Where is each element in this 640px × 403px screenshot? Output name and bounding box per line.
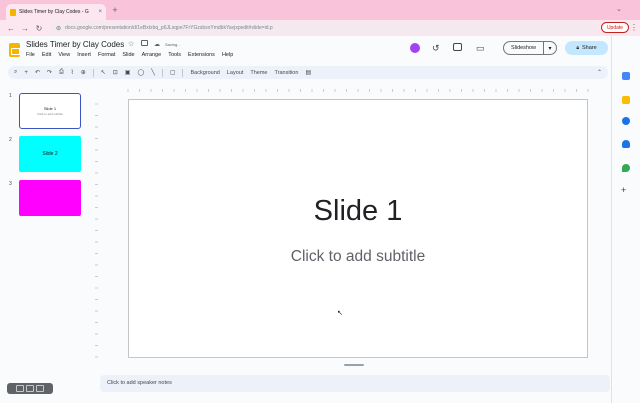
theme-button[interactable]: Theme (250, 70, 267, 76)
menu-slide[interactable]: Slide (122, 52, 134, 58)
text-box-icon[interactable]: ⊡ (113, 69, 118, 76)
comments-icon[interactable] (453, 43, 462, 51)
keep-icon[interactable] (622, 96, 630, 104)
menu-extensions[interactable]: Extensions (188, 52, 215, 58)
zoom-icon[interactable]: ⊕ (81, 69, 86, 76)
slide-thumbnail-2[interactable]: Slide 2 (19, 136, 81, 172)
speaker-notes-panel[interactable] (100, 375, 610, 392)
thumbnail-subtitle: Click to add subtitle (36, 112, 63, 116)
slides-logo-icon[interactable] (9, 43, 20, 57)
paint-format-icon[interactable]: ⌇ (71, 69, 74, 76)
horizontal-ruler[interactable] (100, 83, 610, 93)
filmstrip-view-icon[interactable] (26, 385, 34, 392)
print-icon[interactable]: ⎙ (59, 69, 64, 76)
version-history-icon[interactable]: ↺ (432, 43, 440, 54)
lock-icon: 🔒︎ (576, 45, 579, 51)
shape-icon[interactable]: ◯ (137, 69, 144, 76)
reload-button[interactable]: ↻ (34, 23, 44, 33)
site-info-icon[interactable]: ⊜ (56, 25, 61, 32)
line-icon[interactable]: ╲ (151, 69, 155, 76)
toolbar-divider (161, 68, 163, 77)
slide-subtitle-placeholder[interactable]: Click to add subtitle (128, 248, 588, 266)
select-cursor-icon[interactable]: ↖ (101, 69, 106, 76)
grid-view-icon[interactable] (16, 385, 24, 392)
redo-icon[interactable]: ↷ (47, 69, 52, 76)
slide-thumbnail-1[interactable]: Slide 1 Click to add subtitle (19, 93, 81, 129)
share-label: Share (581, 45, 597, 51)
menu-help[interactable]: Help (222, 52, 233, 58)
slides-favicon-icon (10, 8, 16, 16)
slide-number: 1 (9, 93, 12, 99)
chevron-down-icon[interactable]: ▾ (544, 45, 556, 52)
slide-number: 3 (9, 181, 12, 187)
toolbar: ⌕ + ↶ ↷ ⎙ ⌇ ⊕ ↖ ⊡ ▣ ◯ ╲ ▢ Background Lay… (8, 66, 608, 79)
toolbar-divider (182, 68, 184, 77)
slideshow-button[interactable]: Slideshow ▾ (503, 41, 557, 55)
meet-icon[interactable]: ▭ (476, 43, 485, 54)
undo-icon[interactable]: ↶ (35, 69, 40, 76)
menu-tools[interactable]: Tools (168, 52, 181, 58)
new-tab-button[interactable]: + (110, 5, 120, 15)
back-button[interactable]: ← (6, 23, 16, 33)
toolbar-divider (92, 68, 94, 77)
cloud-status-icon: ☁ (154, 42, 160, 48)
menu-edit[interactable]: Edit (42, 52, 51, 58)
menu-bar: File Edit View Insert Format Slide Arran… (26, 52, 233, 58)
close-tab-icon[interactable]: × (98, 9, 102, 15)
forward-button[interactable]: → (20, 23, 30, 33)
slide-thumbnail-3[interactable] (19, 180, 81, 216)
menu-arrange[interactable]: Arrange (142, 52, 162, 58)
new-slide-icon[interactable]: + (24, 70, 28, 76)
update-button[interactable]: Update (601, 22, 629, 33)
image-icon[interactable]: ▣ (125, 69, 131, 76)
search-menus-icon[interactable]: ⌕ (14, 69, 17, 76)
speaker-notes-placeholder[interactable]: Click to add speaker notes (107, 380, 172, 386)
slide-number: 2 (9, 137, 12, 143)
add-ons-plus-icon[interactable]: + (621, 185, 626, 195)
addon-icon[interactable] (410, 43, 420, 53)
move-folder-icon[interactable] (141, 40, 148, 46)
star-icon[interactable]: ☆ (128, 40, 134, 48)
list-view-icon[interactable] (36, 385, 44, 392)
url-text: docs.google.com/presentation/d/1eBxtzbq_… (65, 25, 273, 31)
slide-canvas[interactable] (128, 99, 588, 358)
calendar-icon[interactable] (622, 72, 630, 80)
background-button[interactable]: Background (190, 70, 219, 76)
slideshow-label[interactable]: Slideshow (504, 42, 544, 54)
menu-format[interactable]: Format (98, 52, 115, 58)
contacts-icon[interactable] (622, 140, 630, 148)
side-panel (611, 36, 640, 403)
browser-menu-icon[interactable]: ⋮ (630, 23, 638, 32)
tab-search-chevron-icon[interactable]: ⌄ (616, 5, 622, 13)
mouse-cursor-icon: ↖ (337, 310, 343, 317)
address-bar[interactable]: ⊜ docs.google.com/presentation/d/1eBxtzb… (50, 22, 598, 34)
comment-add-icon[interactable]: ▢ (170, 69, 176, 76)
menu-insert[interactable]: Insert (77, 52, 91, 58)
menu-file[interactable]: File (26, 52, 35, 58)
maps-icon[interactable] (622, 164, 630, 172)
share-button[interactable]: 🔒︎ Share (565, 41, 608, 55)
document-title[interactable]: Slides Timer by Clay Codes (26, 40, 124, 49)
tasks-icon[interactable] (622, 117, 630, 125)
menu-view[interactable]: View (58, 52, 70, 58)
saving-status: Saving... (165, 42, 181, 47)
view-toggle[interactable] (7, 383, 53, 394)
transition-button[interactable]: Transition (274, 70, 298, 76)
thumbnail-title: Slide 1 (43, 106, 57, 111)
browser-tab[interactable]: Slides Timer by Clay Codes - G × (6, 4, 106, 20)
thumbnail-title: Slide 2 (42, 151, 58, 157)
collapse-toolbar-icon[interactable]: ⌃ (597, 69, 602, 76)
vertical-ruler[interactable] (89, 100, 99, 358)
slide-options-icon[interactable]: ▤ (305, 69, 311, 76)
tab-title: Slides Timer by Clay Codes - G (19, 9, 89, 15)
notes-resize-handle[interactable] (344, 364, 364, 366)
layout-button[interactable]: Layout (227, 70, 244, 76)
slide-title[interactable]: Slide 1 (128, 195, 588, 228)
